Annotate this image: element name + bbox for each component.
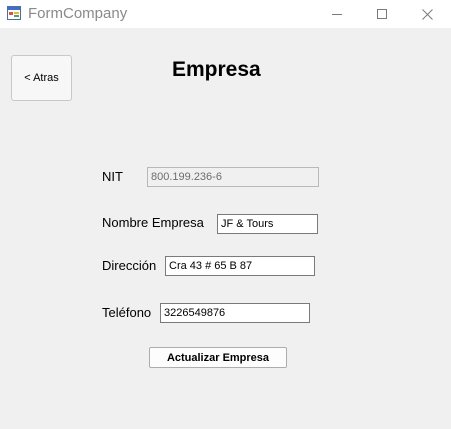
back-button[interactable]: < Atras xyxy=(11,55,72,101)
telefono-label: Teléfono xyxy=(102,305,152,320)
maximize-icon xyxy=(376,9,387,19)
close-button[interactable] xyxy=(405,0,450,28)
close-icon xyxy=(422,8,433,20)
page-title: Empresa xyxy=(172,58,261,81)
nombre-empresa-label: Nombre Empresa xyxy=(102,215,204,230)
nit-label: NIT xyxy=(102,169,123,184)
form-company-window: FormCompany < Atras Empresa NIT 800.199.… xyxy=(0,0,451,429)
minimize-button[interactable] xyxy=(314,0,359,28)
nombre-empresa-field[interactable]: JF & Tours xyxy=(217,214,318,234)
minimize-icon xyxy=(331,14,342,15)
direccion-field[interactable]: Cra 43 # 65 B 87 xyxy=(165,256,315,276)
app-form-icon xyxy=(7,6,21,20)
maximize-button[interactable] xyxy=(359,0,404,28)
title-bar[interactable]: FormCompany xyxy=(0,0,451,28)
nit-field[interactable]: 800.199.236-6 xyxy=(147,167,319,187)
telefono-field[interactable]: 3226549876 xyxy=(160,303,310,323)
direccion-label: Dirección xyxy=(102,258,157,273)
update-company-button[interactable]: Actualizar Empresa xyxy=(149,347,287,368)
window-title: FormCompany xyxy=(28,5,128,22)
